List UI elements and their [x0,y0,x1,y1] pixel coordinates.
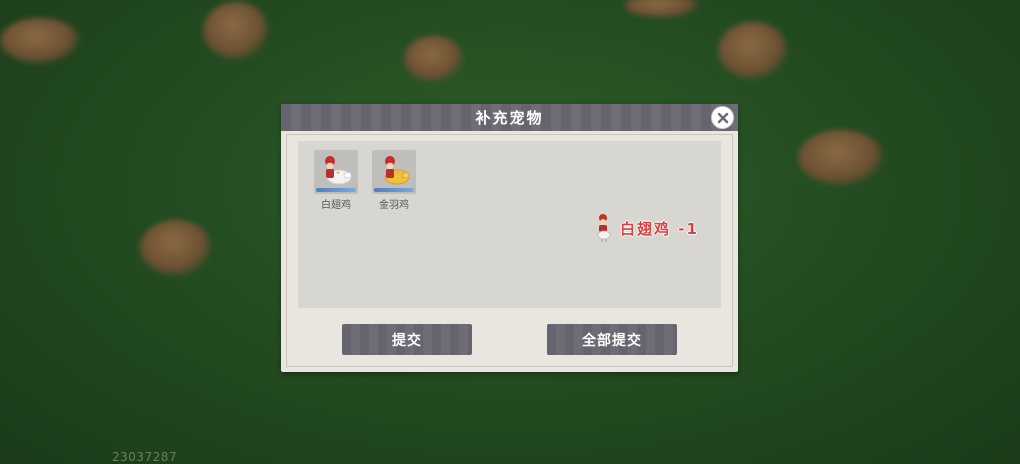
pet-slot-white-wing-chicken[interactable]: 白翅鸡 [314,150,358,211]
pet-name: 白翅鸡 [321,200,351,211]
haystack [140,220,212,276]
close-button[interactable] [711,106,734,129]
pet-slot-golden-feather-chicken[interactable]: 金羽鸡 [372,150,416,211]
pet-deduction-notice: 白翅鸡 -1 [594,213,699,243]
close-icon [717,112,728,123]
haystack [203,2,269,60]
dialog-header: 补充宠物 [281,104,738,131]
pet-card[interactable] [314,150,358,194]
submit-button[interactable]: 提交 [342,324,472,355]
white-wing-chicken-icon [597,214,611,242]
haystack [625,0,699,18]
dialog-title: 补充宠物 [475,109,544,127]
pet-card[interactable] [372,150,416,194]
submit-all-button[interactable]: 全部提交 [547,324,677,355]
haystack [404,36,464,82]
notice-text: 白翅鸡 -1 [620,219,699,238]
pet-level-bar [316,188,356,192]
pet-name: 金羽鸡 [379,200,409,211]
replenish-pet-dialog: 补充宠物 白翅鸡 金羽鸡 白翅鸡 -1 提交 全部提交 [281,104,738,372]
pet-level-bar [374,188,414,192]
haystack [0,18,80,64]
build-id: 23037287 [112,450,178,464]
haystack [718,22,788,80]
pet-list-area: 白翅鸡 金羽鸡 白翅鸡 -1 [298,141,721,308]
haystack [798,130,884,186]
